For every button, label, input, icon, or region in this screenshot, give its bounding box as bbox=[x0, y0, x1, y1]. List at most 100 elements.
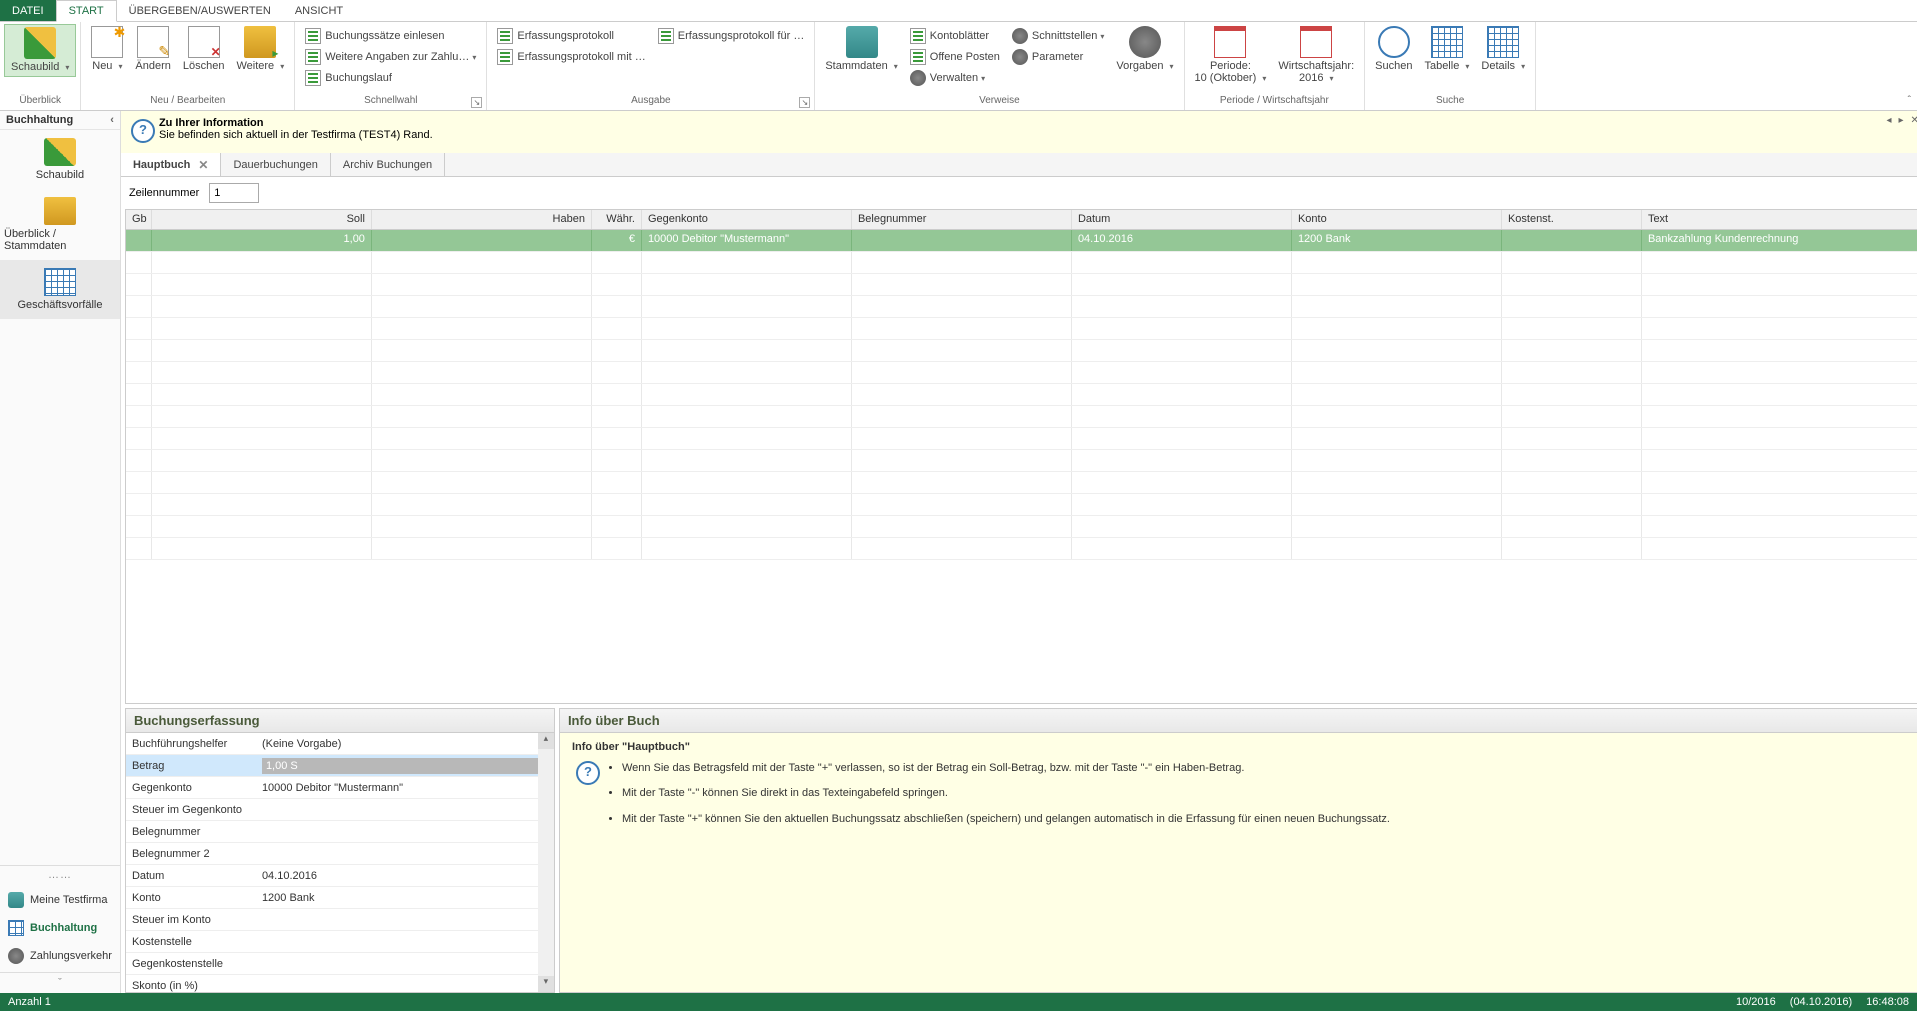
table-row-empty[interactable] bbox=[126, 450, 1917, 472]
dialog-launcher-icon[interactable]: ↘ bbox=[799, 97, 810, 108]
form-value[interactable]: (Keine Vorgabe) bbox=[256, 738, 554, 750]
table-cell bbox=[372, 494, 592, 515]
form-value[interactable]: 04.10.2016 bbox=[256, 870, 554, 882]
ribbon-button-small[interactable]: Erfassungsprotokoll für … bbox=[654, 26, 809, 46]
ribbon-button-small[interactable]: Weitere Angaben zur Zahlu…▾ bbox=[301, 47, 480, 67]
ribbon-button-small[interactable]: Buchungssätze einlesen bbox=[301, 26, 480, 46]
form-value[interactable]: 10000 Debitor "Mustermann" bbox=[256, 782, 554, 794]
form-row[interactable]: Konto1200 Bank bbox=[126, 887, 554, 909]
ribbon-button-small[interactable]: Kontoblätter bbox=[906, 26, 1004, 46]
column-header[interactable]: Kostenst. bbox=[1502, 210, 1642, 229]
form-row[interactable]: Belegnummer 2 bbox=[126, 843, 554, 865]
sidebar-nav-item[interactable]: Zahlungsverkehr bbox=[0, 942, 120, 970]
sidebar-nav-collapse[interactable]: ˇ bbox=[0, 972, 120, 993]
ribbon-button-small[interactable]: Buchungslauf bbox=[301, 68, 480, 88]
table-cell bbox=[852, 296, 1072, 317]
form-row[interactable]: Steuer im Konto bbox=[126, 909, 554, 931]
table-cell bbox=[1502, 516, 1642, 537]
ribbon-button-small[interactable]: Offene Posten bbox=[906, 47, 1004, 67]
form-row[interactable]: Betrag1,00 S bbox=[126, 755, 554, 777]
form-row[interactable]: Datum04.10.2016 bbox=[126, 865, 554, 887]
sidebar-nav-label: Zahlungsverkehr bbox=[30, 950, 112, 962]
table-row-empty[interactable] bbox=[126, 538, 1917, 560]
form-row[interactable]: Gegenkostenstelle bbox=[126, 953, 554, 975]
sidebar-nav-item[interactable]: Meine Testfirma bbox=[0, 886, 120, 914]
column-header[interactable]: Soll bbox=[152, 210, 372, 229]
ribbon-button[interactable]: Ändern bbox=[129, 24, 176, 74]
line-number-input[interactable] bbox=[209, 183, 259, 203]
info-icon: ? bbox=[131, 119, 155, 143]
ribbon-button[interactable]: Vorgaben ▾ bbox=[1110, 24, 1179, 75]
column-header[interactable]: Währ. bbox=[592, 210, 642, 229]
ribbon-button[interactable]: Wirtschaftsjahr:2016 ▾ bbox=[1272, 24, 1360, 87]
entry-panel-scrollbar[interactable]: ▴▾ bbox=[538, 733, 554, 992]
ribbon-button[interactable]: Tabelle ▾ bbox=[1418, 24, 1475, 75]
ribbon-button[interactable]: Stammdaten ▾ bbox=[819, 24, 903, 75]
form-row[interactable]: Buchführungshelfer(Keine Vorgabe) bbox=[126, 733, 554, 755]
ribbon-button-small[interactable]: Schnittstellen▾ bbox=[1008, 26, 1108, 46]
column-header[interactable]: Datum bbox=[1072, 210, 1292, 229]
menu-tab-übergeben/auswerten[interactable]: ÜBERGEBEN/AUSWERTEN bbox=[117, 0, 283, 21]
table-row-empty[interactable] bbox=[126, 318, 1917, 340]
table-row-empty[interactable] bbox=[126, 384, 1917, 406]
sidebar-nav-item[interactable]: Buchhaltung bbox=[0, 914, 120, 942]
info-close-icon[interactable]: ✕ bbox=[1909, 115, 1917, 126]
column-header[interactable]: Text bbox=[1642, 210, 1917, 229]
table-row-empty[interactable] bbox=[126, 252, 1917, 274]
table-row-empty[interactable] bbox=[126, 516, 1917, 538]
column-header[interactable]: Konto bbox=[1292, 210, 1502, 229]
line-number-label: Zeilennummer bbox=[129, 187, 199, 199]
form-row[interactable]: Gegenkonto10000 Debitor "Mustermann" bbox=[126, 777, 554, 799]
sidebar-item[interactable]: Überblick / Stammdaten bbox=[0, 189, 120, 260]
table-cell bbox=[1642, 274, 1917, 295]
table-cell bbox=[592, 450, 642, 471]
form-row[interactable]: Skonto (in %) bbox=[126, 975, 554, 992]
ribbon-button-small[interactable]: Verwalten▾ bbox=[906, 68, 1004, 88]
form-row[interactable]: Belegnummer bbox=[126, 821, 554, 843]
table-row-empty[interactable] bbox=[126, 362, 1917, 384]
ribbon-button-small[interactable]: Erfassungsprotokoll bbox=[493, 26, 649, 46]
table-row-empty[interactable] bbox=[126, 494, 1917, 516]
ribbon-button[interactable]: Schaubild ▾ bbox=[4, 24, 76, 77]
table-row-empty[interactable] bbox=[126, 296, 1917, 318]
info-prev-icon[interactable]: ◂ bbox=[1884, 115, 1893, 126]
ribbon-button[interactable]: Weitere ▾ bbox=[230, 24, 290, 75]
table-cell bbox=[852, 274, 1072, 295]
ribbon-collapse-icon[interactable]: ˆ bbox=[1908, 95, 1911, 106]
table-row-empty[interactable] bbox=[126, 472, 1917, 494]
close-icon[interactable]: ✕ bbox=[198, 158, 208, 172]
dialog-launcher-icon[interactable]: ↘ bbox=[471, 97, 482, 108]
table-row-empty[interactable] bbox=[126, 274, 1917, 296]
doc-tab[interactable]: Archiv Buchungen bbox=[331, 153, 445, 176]
form-label: Belegnummer 2 bbox=[126, 848, 256, 860]
sidebar-item[interactable]: Schaubild bbox=[0, 130, 120, 189]
table-row[interactable]: 1,00€10000 Debitor "Mustermann"04.10.201… bbox=[126, 230, 1917, 252]
doc-tab[interactable]: Dauerbuchungen bbox=[221, 153, 330, 176]
column-header[interactable]: Haben bbox=[372, 210, 592, 229]
ribbon-button[interactable]: Neu ▾ bbox=[85, 24, 129, 75]
ribbon-button-small[interactable]: Erfassungsprotokoll mit … bbox=[493, 47, 649, 67]
column-header[interactable]: Gegenkonto bbox=[642, 210, 852, 229]
sidebar-collapse-icon[interactable]: ‹ bbox=[110, 114, 114, 126]
table-row-empty[interactable] bbox=[126, 428, 1917, 450]
menu-tab-start[interactable]: START bbox=[56, 0, 117, 22]
ribbon-button[interactable]: Löschen bbox=[177, 24, 231, 74]
sidebar-item[interactable]: Geschäftsvorfälle bbox=[0, 260, 120, 319]
page-icon bbox=[497, 28, 513, 44]
ribbon-button[interactable]: Periode:10 (Oktober) ▾ bbox=[1189, 24, 1273, 87]
form-value[interactable]: 1200 Bank bbox=[256, 892, 554, 904]
ribbon-button[interactable]: Suchen bbox=[1369, 24, 1418, 74]
ribbon-button-small[interactable]: Parameter bbox=[1008, 47, 1108, 67]
form-row[interactable]: Kostenstelle bbox=[126, 931, 554, 953]
table-row-empty[interactable] bbox=[126, 340, 1917, 362]
ribbon-button[interactable]: Details ▾ bbox=[1475, 24, 1531, 75]
column-header[interactable]: Belegnummer bbox=[852, 210, 1072, 229]
menu-tab-ansicht[interactable]: ANSICHT bbox=[283, 0, 355, 21]
menu-tab-datei[interactable]: DATEI bbox=[0, 0, 56, 21]
form-row[interactable]: Steuer im Gegenkonto bbox=[126, 799, 554, 821]
info-next-icon[interactable]: ▸ bbox=[1897, 115, 1906, 126]
doc-tab[interactable]: Hauptbuch✕ bbox=[121, 152, 222, 176]
table-row-empty[interactable] bbox=[126, 406, 1917, 428]
form-value[interactable]: 1,00 S bbox=[256, 758, 554, 774]
column-header[interactable]: Gb bbox=[126, 210, 152, 229]
